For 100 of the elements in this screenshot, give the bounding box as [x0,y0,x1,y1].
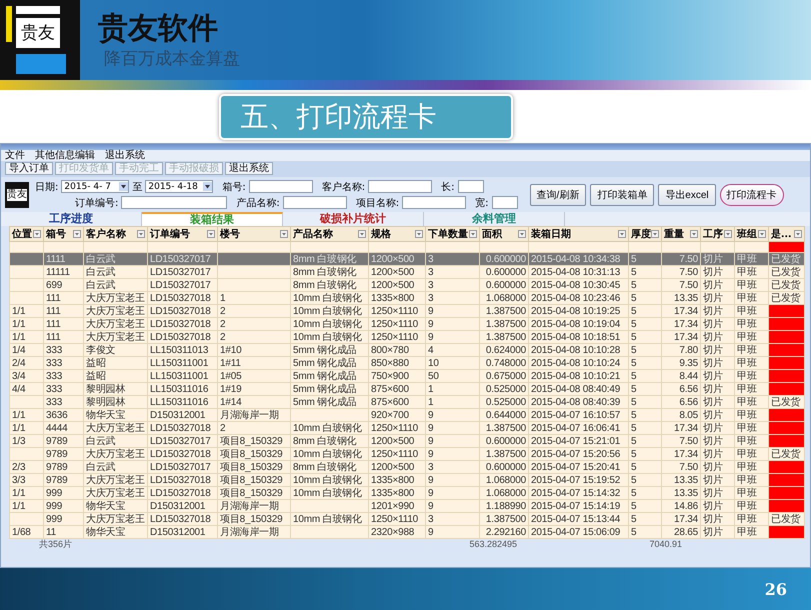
input-field[interactable] [368,180,432,193]
table-cell: 2015-04-07 15:06:09 [531,526,620,538]
filter-dropdown-icon[interactable] [469,230,477,238]
table-cell: 17.34 [674,448,698,460]
table-cell: 切片 [703,292,723,304]
table-cell: D150312001 [150,410,206,420]
table-cell: 切片 [703,500,723,512]
table-cell: 切片 [703,422,723,434]
weight-total: 7040.91 [648,539,682,550]
table-cell: 1335×800 [371,488,414,498]
table-cell: 9 [428,500,434,512]
filter-dropdown-icon[interactable] [794,230,802,238]
tab[interactable]: 装箱结果 [142,212,283,226]
field-label: 项目名称: [356,196,400,210]
action-button[interactable]: 导出excel [658,184,716,206]
table-cell: 已发货 [771,396,800,408]
table-cell: 9789 [46,448,68,460]
table-row[interactable]: 2/4 333 益昭 LL150311001 1#11 5mm 钢化成品 850×880 10 0.748000 2015-04-08 10:10:24 5 9.35 切片 甲班 [10,356,804,370]
table-cell: 50 [428,370,439,382]
table-row[interactable]: 699 白云武 LD150327017 8mm 白玻钢化 1200×500 3 0.600000 2015-04-08 10:30:45 5 7.50 切片 甲班 已发货 [10,278,804,292]
table-cell: 5 [631,396,636,408]
input-field[interactable] [248,180,313,193]
table-cell: 切片 [703,266,723,278]
input-field[interactable] [282,196,347,209]
table-cell: 1250×1110 [371,422,418,434]
date-to-field[interactable]: 2015- 4-18 [145,180,214,193]
table-cell: 9 [428,526,434,538]
table-cell: D150312001 [150,500,206,512]
table-cell: 13.35 [674,474,698,486]
input-field[interactable] [492,196,518,209]
filter-dropdown-icon[interactable] [518,230,526,238]
table-cell: 甲班 [737,370,757,382]
filter-dropdown-icon[interactable] [33,230,41,238]
table-cell: 3 [428,266,434,278]
filter-dropdown-icon[interactable] [280,230,288,238]
table-cell: 甲班 [737,358,757,368]
table-cell: 8mm 白玻钢化 [293,280,356,290]
input-field[interactable] [458,180,484,193]
table-cell: 2015-04-08 10:19:25 [531,306,620,316]
filter-dropdown-icon[interactable] [358,230,366,238]
toolbar-button[interactable]: 导入订单 [5,162,53,175]
filter-dropdown-icon[interactable] [618,230,626,238]
filter-dropdown-icon[interactable] [690,230,698,238]
menu-item[interactable]: 文件 [5,150,25,161]
action-button[interactable]: 查询/刷新 [530,184,586,206]
table-cell: 2015-04-08 08:40:49 [531,384,620,394]
table-cell: 甲班 [737,448,757,460]
table-cell: 17.34 [674,422,698,434]
table-cell: 0.624000 [486,344,526,356]
table-cell: 切片 [703,436,723,446]
action-button[interactable]: 打印装箱单 [590,184,654,206]
filter-dropdown-icon[interactable] [207,230,215,238]
table-row[interactable]: 2/3 9789 白云武 LD150327017 项目8_150329 8mm 白玻钢化 1200×500 3 0.600000 2015-04-07 15:20:41 5 7.50 切片 甲班 [10,460,804,474]
date-from-field[interactable]: 2015- 4- 7 [61,180,130,193]
table-row[interactable]: 3/4 333 益昭 LL150311001 1#05 5mm 钢化成品 750×900 50 0.675000 2015-04-08 10:10:21 5 8.44 切片 甲班 [10,370,804,382]
input-field[interactable] [402,196,466,209]
table-cell: 10mm 白玻钢化 [293,474,362,486]
dropdown-icon[interactable] [203,182,212,191]
filter-dropdown-icon[interactable] [758,230,766,238]
table-cell: 3/4 [12,370,26,382]
table-cell: 5 [631,384,636,394]
table-cell: 1.188990 [486,500,526,512]
table-cell: 13.35 [674,292,698,304]
table-cell: 5mm 钢化成品 [293,384,356,394]
table-cell: LL150311001 [150,358,208,368]
table-cell: LD150327017 [150,280,211,290]
table-cell: 2/3 [12,462,26,472]
date-label: 日期: [35,180,58,194]
table-cell: 2015-04-08 10:31:13 [531,266,620,278]
table-cell: 750×900 [371,370,409,382]
table-row[interactable]: 1/3 9789 白云武 LD150327017 项目8_150329 8mm 白玻钢化 1200×500 9 0.600000 2015-04-07 15:21:01 5 7.50 切片 甲班 [10,434,804,448]
table-cell: 甲班 [737,280,757,290]
table-cell: 切片 [703,370,723,382]
table-row[interactable]: 333 黎明园林 LL150311016 1#14 5mm 钢化成品 875×600 1 0.525000 2015-04-08 08:40:39 5 6.56 切片 甲班 已发货 [10,396,804,408]
dropdown-icon[interactable] [119,182,128,191]
table-cell: LD150327018 [150,332,211,342]
filter-dropdown-icon[interactable] [415,230,423,238]
table-cell: 111 [46,292,61,304]
filter-dropdown-icon[interactable] [73,230,81,238]
filter-dropdown-icon[interactable] [651,230,659,238]
action-button[interactable]: 打印流程卡 [720,184,784,206]
menu-item[interactable]: 其他信息编辑 [35,150,95,161]
table-cell: 1335×800 [371,474,414,486]
table-cell: 1.387500 [486,514,526,524]
table-cell: 875×600 [371,384,409,394]
menu-item[interactable]: 退出系统 [105,150,145,161]
table-row[interactable]: 4/4 333 黎明园林 LL150311016 1#19 5mm 钢化成品 875×600 1 0.525000 2015-04-08 08:40:49 5 6.56 切片 甲班 [10,382,804,396]
input-field[interactable] [121,196,228,209]
table-cell: 切片 [703,474,723,486]
table-cell: 9 [428,422,434,434]
table-row[interactable]: 11111 白云武 LD150327017 8mm 白玻钢化 1200×500 3 0.600000 2015-04-08 10:31:13 5 7.50 切片 甲班 已发货 [10,266,804,278]
table-cell: 切片 [703,280,723,290]
filter-dropdown-icon[interactable] [724,230,732,238]
table-cell: 2320×988 [371,526,414,538]
table-cell: 1.387500 [486,318,526,330]
filter-dropdown-icon[interactable] [137,230,145,238]
table-cell: 月湖海岸一期 [220,526,279,538]
table-cell: 7.50 [679,280,698,290]
toolbar-button[interactable]: 退出系统 [225,162,273,175]
table-cell: 已发货 [771,266,800,278]
